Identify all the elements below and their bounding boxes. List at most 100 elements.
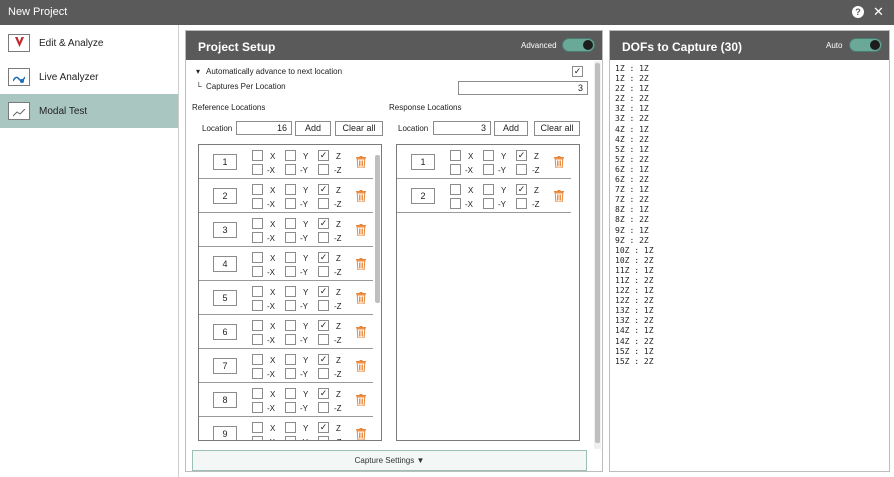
z-checkbox[interactable]: ✓: [318, 184, 329, 195]
x-checkbox[interactable]: [252, 320, 263, 331]
y-checkbox[interactable]: [285, 286, 296, 297]
help-icon[interactable]: ?: [852, 6, 864, 18]
neg-z-checkbox[interactable]: [318, 164, 329, 175]
neg-x-checkbox[interactable]: [252, 402, 263, 413]
sidebar-item-modal-test[interactable]: Modal Test: [0, 94, 178, 128]
neg-z-checkbox[interactable]: [318, 198, 329, 209]
neg-x-checkbox[interactable]: [252, 368, 263, 379]
trash-icon[interactable]: [356, 394, 366, 407]
neg-y-checkbox[interactable]: [285, 232, 296, 243]
z-checkbox[interactable]: ✓: [318, 286, 329, 297]
sidebar-item-edit-analyze[interactable]: Edit & Analyze: [0, 26, 178, 60]
neg-x-checkbox[interactable]: [450, 198, 461, 209]
y-label: Y: [303, 288, 309, 297]
neg-x-checkbox[interactable]: [252, 300, 263, 311]
y-checkbox[interactable]: [285, 320, 296, 331]
trash-icon[interactable]: [356, 326, 366, 339]
auto-toggle[interactable]: [849, 38, 882, 52]
neg-x-checkbox[interactable]: [252, 232, 263, 243]
z-checkbox[interactable]: ✓: [318, 354, 329, 365]
neg-y-checkbox[interactable]: [285, 266, 296, 277]
x-checkbox[interactable]: [252, 184, 263, 195]
response-location-input[interactable]: 3: [433, 121, 491, 135]
neg-x-checkbox[interactable]: [252, 266, 263, 277]
z-checkbox[interactable]: ✓: [516, 184, 527, 195]
neg-y-checkbox[interactable]: [285, 368, 296, 379]
neg-x-checkbox[interactable]: [252, 436, 263, 440]
neg-y-checkbox[interactable]: [285, 198, 296, 209]
neg-z-checkbox[interactable]: [318, 300, 329, 311]
z-checkbox[interactable]: ✓: [318, 252, 329, 263]
y-checkbox[interactable]: [483, 150, 494, 161]
capture-settings-button[interactable]: Capture Settings ▼: [192, 450, 587, 471]
list-item: 8 X Y ✓ Z -X -Y -Z: [199, 383, 373, 417]
trash-icon[interactable]: [356, 190, 366, 203]
x-checkbox[interactable]: [252, 252, 263, 263]
y-checkbox[interactable]: [285, 252, 296, 263]
advanced-toggle[interactable]: [562, 38, 595, 52]
y-checkbox[interactable]: [285, 218, 296, 229]
neg-z-checkbox[interactable]: [318, 232, 329, 243]
neg-x-checkbox[interactable]: [252, 198, 263, 209]
neg-x-checkbox[interactable]: [252, 164, 263, 175]
neg-y-checkbox[interactable]: [285, 334, 296, 345]
z-checkbox[interactable]: ✓: [318, 320, 329, 331]
y-checkbox[interactable]: [285, 422, 296, 433]
y-checkbox[interactable]: [285, 354, 296, 365]
chevron-down-icon[interactable]: ▾: [196, 67, 200, 76]
neg-z-checkbox[interactable]: [516, 198, 527, 209]
x-checkbox[interactable]: [252, 150, 263, 161]
x-checkbox[interactable]: [252, 286, 263, 297]
z-checkbox[interactable]: ✓: [516, 150, 527, 161]
trash-icon[interactable]: [356, 360, 366, 373]
y-checkbox[interactable]: [285, 150, 296, 161]
x-checkbox[interactable]: [450, 150, 461, 161]
close-icon[interactable]: ✕: [873, 4, 884, 20]
x-checkbox[interactable]: [252, 218, 263, 229]
z-checkbox[interactable]: ✓: [318, 218, 329, 229]
neg-z-checkbox[interactable]: [318, 266, 329, 277]
neg-z-checkbox[interactable]: [318, 402, 329, 413]
neg-z-checkbox[interactable]: [516, 164, 527, 175]
y-checkbox[interactable]: [285, 184, 296, 195]
captures-input[interactable]: 3: [458, 81, 588, 95]
sidebar-item-live-analyzer[interactable]: Live Analyzer: [0, 60, 178, 94]
z-checkbox[interactable]: ✓: [318, 422, 329, 433]
x-checkbox[interactable]: [252, 388, 263, 399]
neg-y-checkbox[interactable]: [285, 164, 296, 175]
trash-icon[interactable]: [356, 156, 366, 169]
trash-icon[interactable]: [356, 258, 366, 271]
setup-scrollbar[interactable]: [594, 61, 601, 449]
response-clear-button[interactable]: Clear all: [534, 121, 580, 136]
neg-z-checkbox[interactable]: [318, 334, 329, 345]
neg-y-checkbox[interactable]: [483, 198, 494, 209]
z-checkbox[interactable]: ✓: [318, 388, 329, 399]
neg-y-checkbox[interactable]: [483, 164, 494, 175]
reference-add-button[interactable]: Add: [295, 121, 331, 136]
neg-y-checkbox[interactable]: [285, 402, 296, 413]
z-label: Z: [336, 322, 341, 331]
reference-clear-button[interactable]: Clear all: [335, 121, 383, 136]
x-checkbox[interactable]: [252, 354, 263, 365]
trash-icon[interactable]: [356, 292, 366, 305]
response-add-button[interactable]: Add: [494, 121, 528, 136]
neg-y-checkbox[interactable]: [285, 436, 296, 440]
neg-x-checkbox[interactable]: [252, 334, 263, 345]
trash-icon[interactable]: [356, 428, 366, 440]
trash-icon[interactable]: [554, 190, 564, 203]
auto-advance-checkbox[interactable]: ✓: [572, 66, 583, 77]
y-checkbox[interactable]: [483, 184, 494, 195]
x-label: X: [270, 356, 276, 365]
neg-x-checkbox[interactable]: [450, 164, 461, 175]
reference-location-input[interactable]: 16: [236, 121, 292, 135]
x-checkbox[interactable]: [252, 422, 263, 433]
neg-z-checkbox[interactable]: [318, 368, 329, 379]
reference-list-scrollbar[interactable]: [374, 145, 381, 440]
neg-z-checkbox[interactable]: [318, 436, 329, 440]
z-checkbox[interactable]: ✓: [318, 150, 329, 161]
y-checkbox[interactable]: [285, 388, 296, 399]
neg-y-checkbox[interactable]: [285, 300, 296, 311]
x-checkbox[interactable]: [450, 184, 461, 195]
trash-icon[interactable]: [356, 224, 366, 237]
trash-icon[interactable]: [554, 156, 564, 169]
